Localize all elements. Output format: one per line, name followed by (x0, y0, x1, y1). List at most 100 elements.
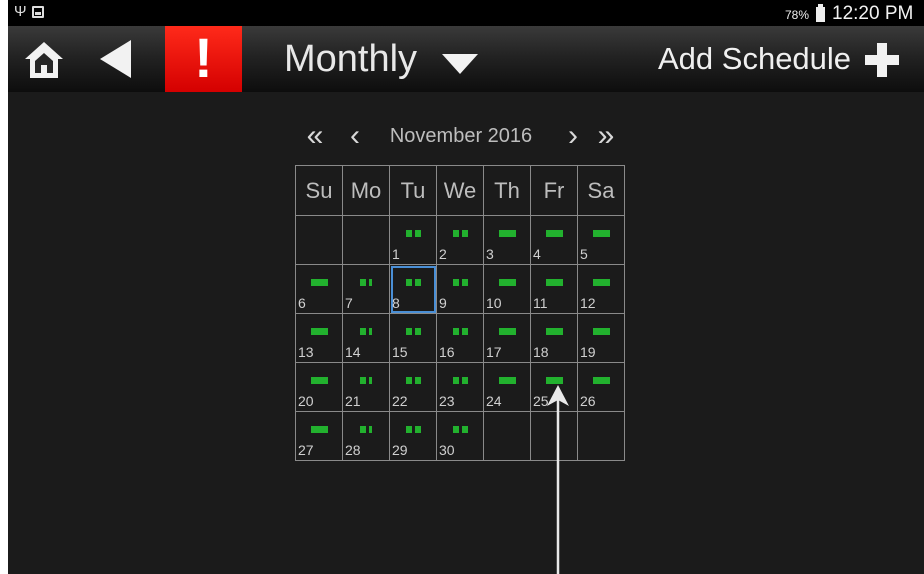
schedule-indicator (296, 279, 342, 286)
schedule-mark (592, 328, 610, 335)
schedule-indicator (484, 279, 530, 286)
day-number: 3 (486, 246, 494, 262)
day-cell[interactable]: 20 (295, 362, 343, 412)
schedule-indicator (531, 377, 577, 384)
alert-button[interactable]: ! (165, 26, 242, 92)
prev-month-button[interactable]: ‹ (340, 118, 370, 154)
schedule-mark (461, 377, 468, 384)
day-cell[interactable]: 6 (295, 264, 343, 314)
schedule-mark (414, 230, 421, 237)
day-cell[interactable]: 14 (342, 313, 390, 363)
schedule-mark (405, 328, 412, 335)
day-cell[interactable]: 16 (436, 313, 484, 363)
day-number: 5 (580, 246, 588, 262)
day-cell[interactable]: 8 (389, 264, 437, 314)
schedule-indicator (343, 377, 389, 384)
weekday-header: Sa (577, 165, 625, 216)
schedule-mark (452, 230, 459, 237)
empty-day-cell (342, 215, 390, 265)
schedule-mark (414, 279, 421, 286)
day-cell[interactable]: 15 (389, 313, 437, 363)
schedule-mark (461, 279, 468, 286)
day-cell[interactable]: 11 (530, 264, 578, 314)
schedule-mark (360, 377, 366, 384)
schedule-indicator (296, 426, 342, 433)
view-mode-dropdown[interactable]: Monthly (284, 36, 478, 82)
day-number: 9 (439, 295, 447, 311)
schedule-mark (545, 377, 563, 384)
day-cell[interactable]: 19 (577, 313, 625, 363)
day-number: 15 (392, 344, 408, 360)
schedule-mark (405, 426, 412, 433)
day-cell[interactable]: 12 (577, 264, 625, 314)
day-number: 23 (439, 393, 455, 409)
day-cell[interactable]: 2 (436, 215, 484, 265)
day-number: 18 (533, 344, 549, 360)
day-cell[interactable]: 18 (530, 313, 578, 363)
day-cell[interactable]: 13 (295, 313, 343, 363)
day-number: 6 (298, 295, 306, 311)
home-button[interactable] (22, 38, 66, 82)
prev-year-button[interactable]: « (300, 118, 330, 154)
schedule-mark (369, 328, 372, 335)
add-schedule-button[interactable]: Add Schedule (658, 36, 899, 82)
schedule-mark (545, 328, 563, 335)
dropdown-triangle-icon (442, 54, 478, 74)
day-cell[interactable]: 30 (436, 411, 484, 461)
schedule-mark (452, 426, 459, 433)
screenshot-icon (32, 6, 44, 18)
schedule-indicator (343, 328, 389, 335)
day-cell[interactable]: 5 (577, 215, 625, 265)
day-cell[interactable]: 17 (483, 313, 531, 363)
day-cell[interactable]: 3 (483, 215, 531, 265)
day-cell[interactable]: 1 (389, 215, 437, 265)
next-month-button[interactable]: › (558, 118, 588, 154)
day-number: 14 (345, 344, 361, 360)
schedule-indicator (390, 230, 436, 237)
day-number: 7 (345, 295, 353, 311)
day-number: 19 (580, 344, 596, 360)
schedule-indicator (484, 230, 530, 237)
schedule-mark (461, 426, 468, 433)
schedule-indicator (578, 328, 624, 335)
day-cell[interactable]: 27 (295, 411, 343, 461)
schedule-indicator (484, 377, 530, 384)
schedule-indicator (390, 426, 436, 433)
day-number: 22 (392, 393, 408, 409)
schedule-mark (405, 279, 412, 286)
back-button[interactable] (96, 36, 136, 82)
battery-icon (816, 4, 825, 22)
add-schedule-label: Add Schedule (658, 41, 852, 76)
day-cell[interactable]: 22 (389, 362, 437, 412)
day-cell[interactable]: 7 (342, 264, 390, 314)
schedule-mark (545, 279, 563, 286)
battery-percent: 78% (785, 8, 810, 22)
schedule-mark (498, 377, 516, 384)
status-bar: Ψ 78% 12:20 PM (8, 0, 924, 26)
day-number: 24 (486, 393, 502, 409)
day-cell[interactable]: 24 (483, 362, 531, 412)
schedule-indicator (390, 328, 436, 335)
schedule-mark (498, 328, 516, 335)
calendar-week-row: 6 7 8 9 10 11 12 (295, 264, 625, 314)
schedule-mark (592, 230, 610, 237)
schedule-mark (310, 279, 328, 286)
calendar-week-row: 13 14 15 16 17 18 19 (295, 313, 625, 363)
weekday-header: Mo (342, 165, 390, 216)
day-cell[interactable]: 9 (436, 264, 484, 314)
schedule-mark (405, 377, 412, 384)
day-cell[interactable]: 23 (436, 362, 484, 412)
tablet-screen: Ψ 78% 12:20 PM ! Monthly Add Schedule « … (8, 0, 924, 574)
schedule-indicator (296, 328, 342, 335)
day-cell[interactable]: 21 (342, 362, 390, 412)
day-cell[interactable]: 29 (389, 411, 437, 461)
day-cell[interactable]: 28 (342, 411, 390, 461)
next-year-button[interactable]: » (591, 118, 621, 154)
day-cell[interactable]: 4 (530, 215, 578, 265)
weekday-header: Fr (530, 165, 578, 216)
day-cell[interactable]: 10 (483, 264, 531, 314)
schedule-indicator (437, 426, 483, 433)
schedule-indicator (578, 279, 624, 286)
schedule-indicator (390, 377, 436, 384)
schedule-indicator (531, 279, 577, 286)
